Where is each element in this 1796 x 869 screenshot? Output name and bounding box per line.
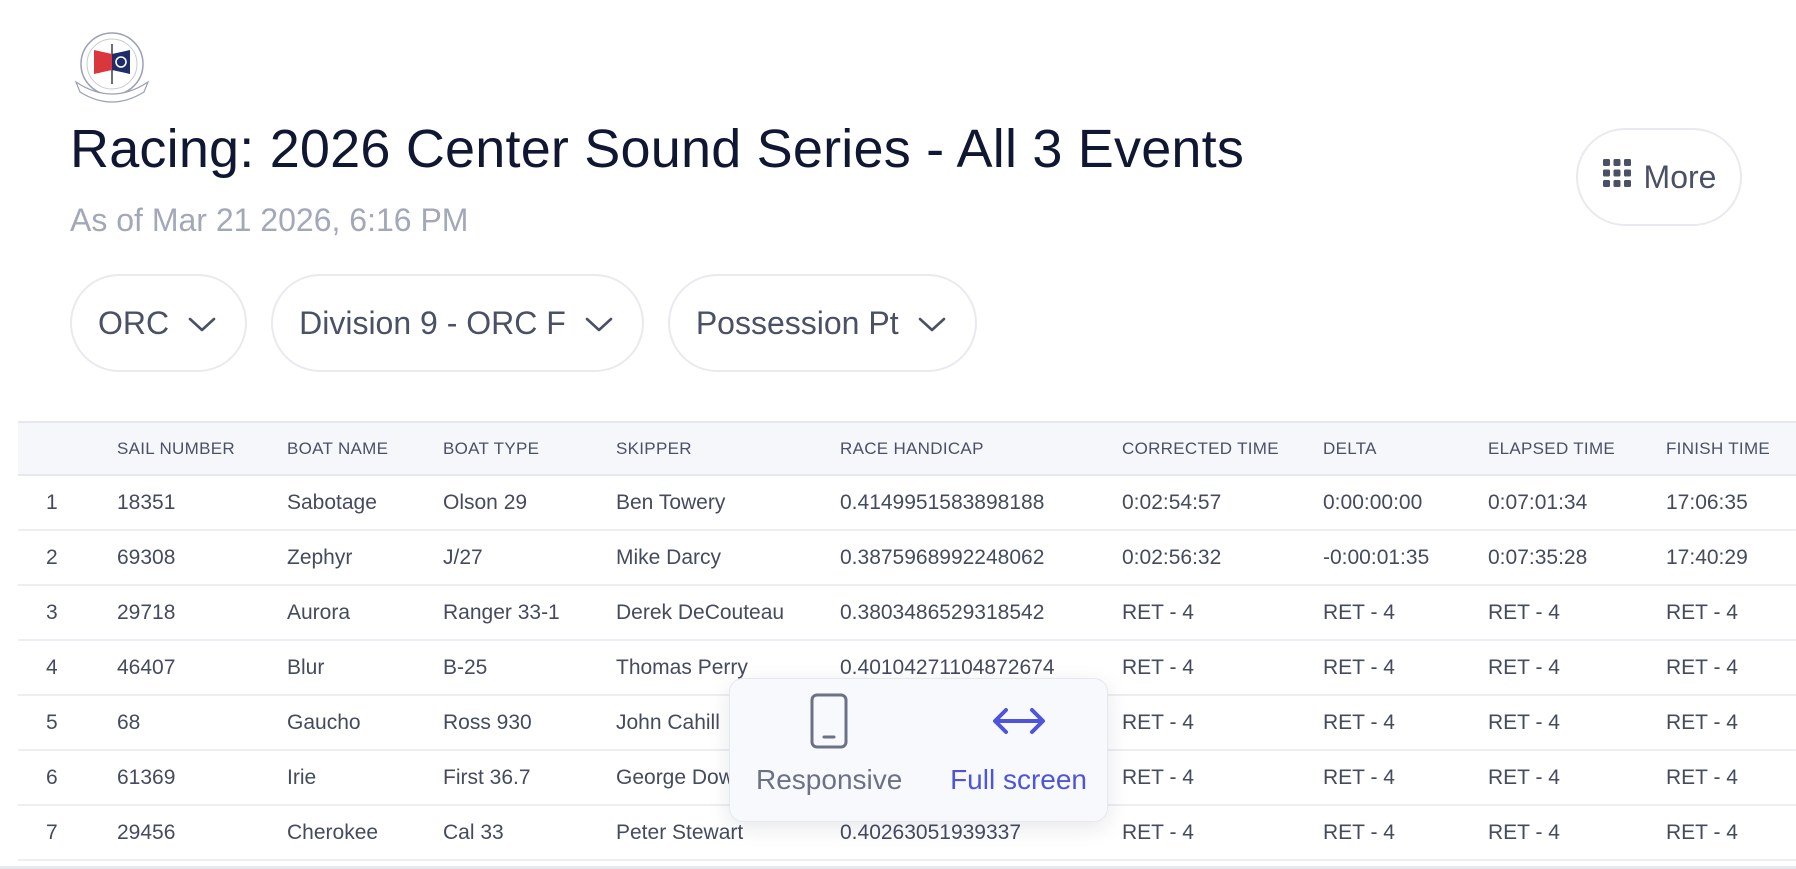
grid-icon bbox=[1602, 158, 1632, 196]
responsive-view-label: Responsive bbox=[756, 764, 903, 795]
cell-delta: RET - 4 bbox=[1323, 695, 1488, 751]
cell-finish-time: RET - 4 bbox=[1666, 695, 1796, 751]
responsive-view-option[interactable]: Responsive bbox=[756, 693, 902, 821]
race-filter-value: Possession Pt bbox=[695, 304, 899, 341]
cell-delta: 0:00:00:00 bbox=[1323, 475, 1488, 531]
column-header-corrected-time[interactable]: CORRECTED TIME bbox=[1122, 421, 1323, 476]
cell-boat-name: Zephyr bbox=[287, 530, 443, 586]
cell-delta: RET - 4 bbox=[1323, 750, 1488, 806]
cell-skipper: Ben Towery bbox=[616, 475, 840, 531]
column-header-rank bbox=[18, 421, 117, 476]
club-logo bbox=[70, 30, 154, 106]
cell-rank: 5 bbox=[18, 695, 117, 751]
cell-sail-number: 68 bbox=[117, 695, 287, 751]
cell-boat-name: Aurora bbox=[287, 585, 443, 641]
cell-corrected-time: RET - 4 bbox=[1122, 750, 1323, 806]
column-header-boat-name[interactable]: BOAT NAME bbox=[287, 421, 443, 476]
cell-rank: 7 bbox=[18, 805, 117, 861]
column-header-elapsed-time[interactable]: ELAPSED TIME bbox=[1488, 421, 1666, 476]
cell-boat-name: Cherokee bbox=[287, 805, 443, 861]
full-screen-view-label: Full screen bbox=[950, 764, 1087, 795]
chevron-down-icon bbox=[917, 305, 947, 342]
division-filter-value: Division 9 - ORC F bbox=[299, 304, 566, 341]
cell-boat-type: First 36.7 bbox=[443, 750, 616, 806]
cell-boat-type: B-25 bbox=[443, 640, 616, 696]
column-header-boat-type[interactable]: BOAT TYPE bbox=[443, 421, 616, 476]
cell-rank: 6 bbox=[18, 750, 117, 806]
class-filter-dropdown[interactable]: ORC bbox=[70, 274, 248, 372]
last-updated-timestamp: As of Mar 21 2026, 6:16 PM bbox=[70, 202, 469, 238]
cell-boat-type: Olson 29 bbox=[443, 475, 616, 531]
cell-finish-time: 17:06:35 bbox=[1666, 475, 1796, 531]
column-header-race-handicap[interactable]: RACE HANDICAP bbox=[840, 421, 1122, 476]
cell-corrected-time: RET - 4 bbox=[1122, 585, 1323, 641]
cell-boat-name: Blur bbox=[287, 640, 443, 696]
cell-corrected-time: 0:02:56:32 bbox=[1122, 530, 1323, 586]
column-header-skipper[interactable]: SKIPPER bbox=[616, 421, 840, 476]
column-header-delta[interactable]: DELTA bbox=[1323, 421, 1488, 476]
cell-elapsed-time: RET - 4 bbox=[1488, 640, 1666, 696]
cell-delta: RET - 4 bbox=[1323, 640, 1488, 696]
race-filter-dropdown[interactable]: Possession Pt bbox=[667, 274, 977, 372]
cell-delta: RET - 4 bbox=[1323, 805, 1488, 861]
class-filter-value: ORC bbox=[98, 304, 170, 341]
cell-corrected-time: RET - 4 bbox=[1122, 640, 1323, 696]
cell-boat-name: Irie bbox=[287, 750, 443, 806]
phone-icon bbox=[809, 693, 849, 754]
cell-elapsed-time: 0:07:01:34 bbox=[1488, 475, 1666, 531]
cell-corrected-time: 0:02:54:57 bbox=[1122, 475, 1323, 531]
cell-sail-number: 46407 bbox=[117, 640, 287, 696]
page-title: Racing: 2026 Center Sound Series - All 3… bbox=[70, 119, 1245, 179]
cell-finish-time: RET - 4 bbox=[1666, 640, 1796, 696]
table-row[interactable]: 3 29718 Aurora Ranger 33-1 Derek DeCoute… bbox=[18, 585, 1796, 641]
cell-skipper: Derek DeCouteau bbox=[616, 585, 840, 641]
cell-boat-name: Gaucho bbox=[287, 695, 443, 751]
cell-race-handicap: 0.4149951583898188 bbox=[840, 475, 1122, 531]
cell-sail-number: 18351 bbox=[117, 475, 287, 531]
cell-finish-time: RET - 4 bbox=[1666, 750, 1796, 806]
cell-rank: 4 bbox=[18, 640, 117, 696]
column-header-sail-number[interactable]: SAIL NUMBER bbox=[117, 421, 287, 476]
cell-sail-number: 61369 bbox=[117, 750, 287, 806]
table-header-row: SAIL NUMBER BOAT NAME BOAT TYPE SKIPPER … bbox=[18, 421, 1796, 476]
more-button[interactable]: More bbox=[1576, 128, 1742, 226]
table-row[interactable]: 1 18351 Sabotage Olson 29 Ben Towery 0.4… bbox=[18, 475, 1796, 531]
cell-finish-time: RET - 4 bbox=[1666, 805, 1796, 861]
cell-elapsed-time: RET - 4 bbox=[1488, 695, 1666, 751]
column-header-finish-time[interactable]: FINISH TIME bbox=[1666, 421, 1796, 476]
chevron-down-icon bbox=[187, 305, 217, 342]
cell-elapsed-time: 0:07:35:28 bbox=[1488, 530, 1666, 586]
full-screen-view-option[interactable]: Full screen bbox=[950, 693, 1087, 821]
cell-sail-number: 29718 bbox=[117, 585, 287, 641]
cell-delta: -0:00:01:35 bbox=[1323, 530, 1488, 586]
division-filter-dropdown[interactable]: Division 9 - ORC F bbox=[271, 274, 644, 372]
cell-delta: RET - 4 bbox=[1323, 585, 1488, 641]
cell-race-handicap: 0.3875968992248062 bbox=[840, 530, 1122, 586]
cell-corrected-time: RET - 4 bbox=[1122, 805, 1323, 861]
cell-race-handicap: 0.3803486529318542 bbox=[840, 585, 1122, 641]
cell-boat-type: Cal 33 bbox=[443, 805, 616, 861]
cell-elapsed-time: RET - 4 bbox=[1488, 750, 1666, 806]
view-mode-popup: Responsive Full screen bbox=[729, 678, 1108, 822]
cell-finish-time: 17:40:29 bbox=[1666, 530, 1796, 586]
cell-rank: 1 bbox=[18, 475, 117, 531]
cell-sail-number: 69308 bbox=[117, 530, 287, 586]
cell-skipper: Mike Darcy bbox=[616, 530, 840, 586]
more-button-label: More bbox=[1643, 158, 1717, 195]
chevron-down-icon bbox=[584, 305, 614, 342]
horizontal-arrows-icon bbox=[990, 693, 1048, 754]
cell-boat-type: Ross 930 bbox=[443, 695, 616, 751]
cell-rank: 2 bbox=[18, 530, 117, 586]
cell-elapsed-time: RET - 4 bbox=[1488, 585, 1666, 641]
cell-sail-number: 29456 bbox=[117, 805, 287, 861]
filter-bar: ORC Division 9 - ORC F Possession Pt bbox=[70, 274, 977, 372]
cell-boat-type: J/27 bbox=[443, 530, 616, 586]
cell-corrected-time: RET - 4 bbox=[1122, 695, 1323, 751]
cell-boat-type: Ranger 33-1 bbox=[443, 585, 616, 641]
cell-rank: 3 bbox=[18, 585, 117, 641]
cell-finish-time: RET - 4 bbox=[1666, 585, 1796, 641]
cell-boat-name: Sabotage bbox=[287, 475, 443, 531]
cell-elapsed-time: RET - 4 bbox=[1488, 805, 1666, 861]
table-row[interactable]: 2 69308 Zephyr J/27 Mike Darcy 0.3875968… bbox=[18, 530, 1796, 586]
